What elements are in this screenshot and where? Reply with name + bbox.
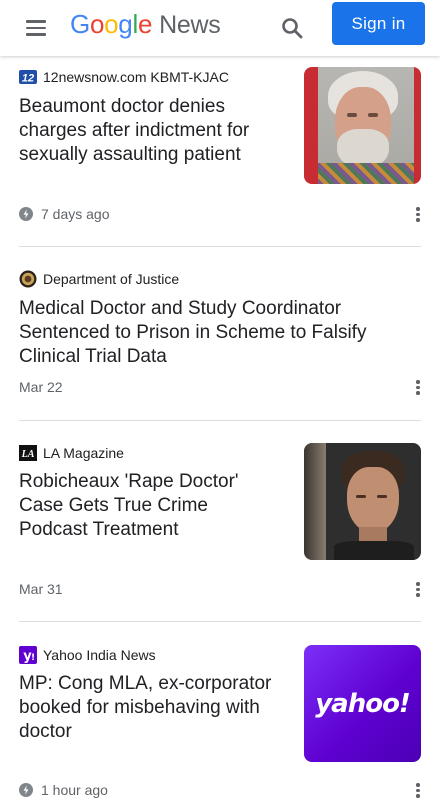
logo-news-text: News: [159, 11, 221, 39]
more-options-icon[interactable]: [410, 377, 426, 397]
article-headline[interactable]: Medical Doctor and Study Coordinator Sen…: [19, 297, 419, 369]
article-source[interactable]: Department of Justice: [19, 269, 179, 289]
article-headline[interactable]: Beaumont doctor denies charges after ind…: [19, 95, 281, 167]
publish-time: 1 hour ago: [41, 782, 108, 798]
article-card[interactable]: 12 12newsnow.com KBMT-KJAC Beaumont doct…: [0, 56, 440, 246]
article-card[interactable]: y ! Yahoo India News MP: Cong MLA, ex-co…: [0, 622, 440, 800]
article-meta: 1 hour ago: [19, 780, 108, 800]
article-headline[interactable]: Robicheaux 'Rape Doctor' Case Gets True …: [19, 470, 281, 542]
source-name: 12newsnow.com KBMT-KJAC: [43, 69, 229, 85]
source-name: LA Magazine: [43, 445, 124, 461]
article-card[interactable]: LA LA Magazine Robicheaux 'Rape Doctor' …: [0, 421, 440, 621]
doj-seal-icon: [19, 270, 37, 288]
more-options-icon[interactable]: [410, 204, 426, 224]
more-options-icon[interactable]: [410, 579, 426, 599]
publish-time: Mar 31: [19, 581, 63, 597]
publish-time: Mar 22: [19, 379, 63, 395]
sign-in-button[interactable]: Sign in: [332, 2, 425, 45]
article-headline[interactable]: MP: Cong MLA, ex-corporator booked for m…: [19, 672, 289, 744]
lightning-bolt-icon: [19, 783, 33, 797]
mugshot-older-man-photo[interactable]: [304, 67, 421, 184]
article-card[interactable]: Department of Justice Medical Doctor and…: [0, 247, 440, 420]
12news-logo-icon: 12: [19, 68, 37, 86]
lightning-bolt-icon: [19, 207, 33, 221]
more-options-icon[interactable]: [410, 780, 426, 800]
article-meta: Mar 22: [19, 377, 63, 397]
google-news-logo[interactable]: Google News: [70, 9, 221, 43]
source-name: Department of Justice: [43, 271, 180, 287]
yahoo-y-icon: y !: [19, 646, 37, 664]
la-magazine-logo-icon: LA: [19, 444, 37, 462]
article-source[interactable]: y ! Yahoo India News: [19, 645, 156, 665]
top-app-bar: Google News Sign in: [0, 0, 440, 56]
svg-text:!: !: [31, 653, 35, 663]
mugshot-young-man-photo[interactable]: [304, 443, 421, 560]
svg-text:12: 12: [22, 73, 34, 85]
article-meta: 7 days ago: [19, 204, 110, 224]
search-icon[interactable]: [276, 12, 308, 44]
article-source[interactable]: LA LA Magazine: [19, 443, 124, 463]
hamburger-menu-icon[interactable]: [22, 14, 50, 42]
article-meta: Mar 31: [19, 579, 63, 599]
yahoo-logo-image[interactable]: yahoo!: [304, 645, 421, 762]
svg-text:LA: LA: [21, 449, 35, 460]
article-source[interactable]: 12 12newsnow.com KBMT-KJAC: [19, 67, 229, 87]
yahoo-wordmark: yahoo!: [315, 688, 411, 719]
source-name: Yahoo India News: [43, 647, 156, 663]
publish-time: 7 days ago: [41, 206, 110, 222]
